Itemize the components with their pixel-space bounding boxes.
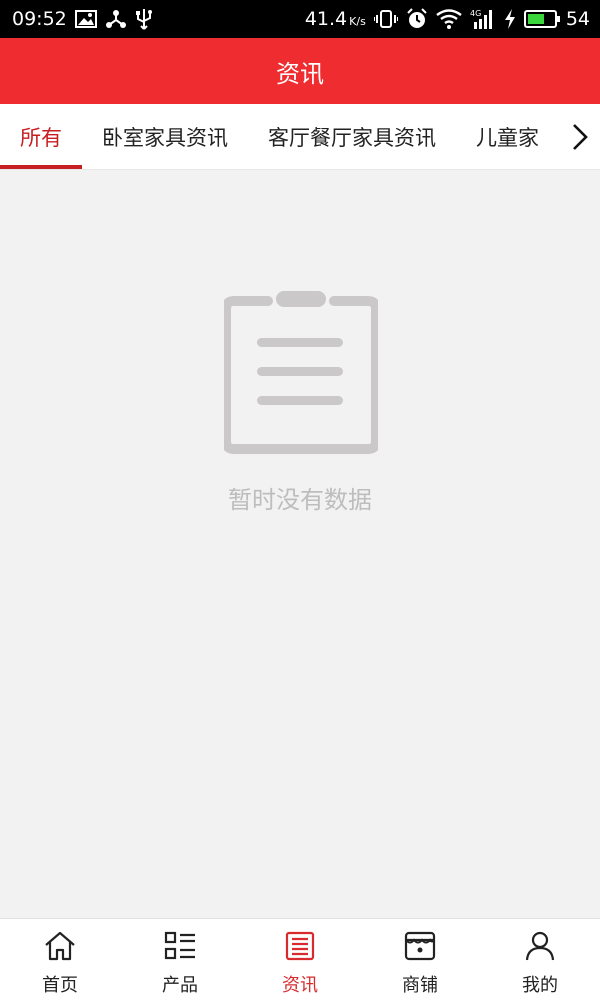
nav-home[interactable]: 首页 — [0, 919, 120, 1000]
usb-icon — [135, 8, 153, 30]
home-icon — [43, 929, 77, 963]
category-tabs: 所有 卧室家具资讯 客厅餐厅家具资讯 儿童家 — [0, 104, 600, 170]
bottom-nav: 首页 产品 资讯 商铺 我的 — [0, 918, 600, 1000]
content-area: 暂时没有数据 — [0, 170, 600, 918]
nav-me[interactable]: 我的 — [480, 919, 600, 1000]
share-icon — [105, 9, 127, 29]
tab-children-furniture[interactable]: 儿童家 — [456, 104, 559, 169]
tab-bedroom-furniture-news[interactable]: 卧室家具资讯 — [82, 104, 248, 169]
vibrate-icon — [373, 9, 398, 29]
empty-message: 暂时没有数据 — [228, 486, 372, 514]
battery-icon — [523, 10, 560, 28]
status-bar: 09:52 41.4 K/s 4G 54 — [0, 0, 600, 38]
status-left: 09:52 — [12, 8, 153, 30]
wifi-icon — [436, 9, 462, 29]
battery: 54 — [523, 8, 590, 30]
user-icon — [523, 929, 557, 963]
network-speed: 41.4 K/s — [304, 8, 366, 30]
status-right: 41.4 K/s 4G 54 — [305, 8, 590, 30]
nav-products[interactable]: 产品 — [120, 919, 240, 1000]
grid-list-icon — [163, 929, 197, 963]
nav-news[interactable]: 资讯 — [240, 919, 360, 1000]
nav-stores-label: 商铺 — [402, 975, 438, 996]
app-header: 资讯 — [0, 38, 600, 104]
news-icon — [283, 929, 317, 963]
nav-me-label: 我的 — [522, 975, 558, 996]
tabs-track: 所有 卧室家具资讯 客厅餐厅家具资讯 儿童家 — [0, 104, 559, 169]
svg-text:4G: 4G — [470, 9, 481, 18]
signal-icon: 4G — [470, 8, 496, 30]
nav-news-label: 资讯 — [282, 975, 318, 996]
alarm-icon — [406, 8, 428, 30]
nav-stores[interactable]: 商铺 — [360, 919, 480, 1000]
image-icon — [74, 10, 97, 28]
chevron-right-icon[interactable] — [568, 122, 592, 152]
clipboard-icon — [221, 291, 381, 455]
tab-all[interactable]: 所有 — [0, 104, 82, 169]
page-title: 资讯 — [276, 59, 324, 88]
store-icon — [403, 929, 437, 963]
nav-products-label: 产品 — [162, 975, 198, 996]
charging-icon — [504, 9, 516, 29]
status-time: 09:52 — [12, 8, 67, 30]
nav-home-label: 首页 — [42, 975, 78, 996]
battery-level: 54 — [565, 8, 590, 30]
tab-living-dining-furniture-news[interactable]: 客厅餐厅家具资讯 — [248, 104, 456, 169]
